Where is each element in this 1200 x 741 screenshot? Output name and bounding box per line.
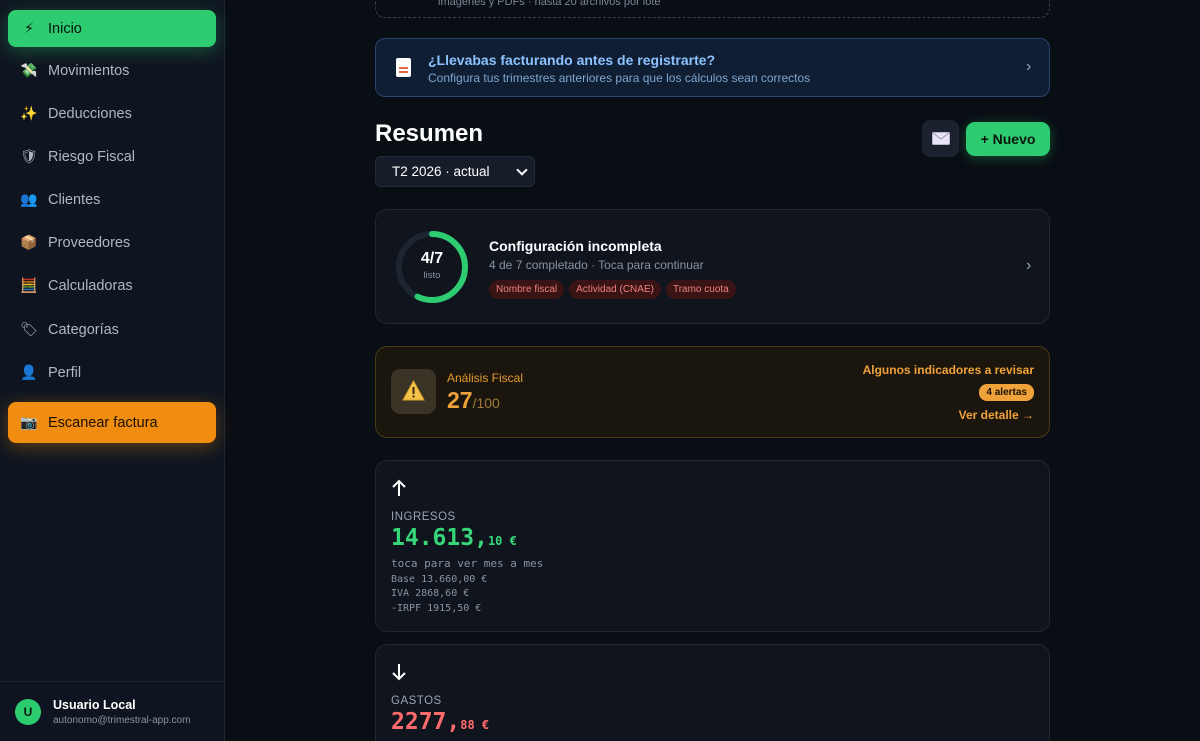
chevron-right-icon: › — [1026, 58, 1032, 75]
setup-subtitle: 4 de 7 completado · Toca para continuar — [489, 258, 704, 272]
chevron-right-icon: › — [1026, 257, 1032, 274]
sidebar-item-label: Deducciones — [48, 105, 132, 122]
tag-actividad: Actividad (CNAE) — [569, 280, 661, 299]
sidebar-item-label: Perfil — [48, 364, 82, 381]
period-select[interactable]: T2 2026 · actual — [375, 156, 535, 187]
setup-progress-card[interactable]: 4/7 listo Configuración incompleta 4 de … — [375, 209, 1050, 324]
sidebar-item-label: Movimientos — [48, 62, 130, 79]
warning-badge — [391, 369, 436, 414]
tag-nombre-fiscal: Nombre fiscal — [489, 280, 565, 299]
warning-icon — [402, 380, 425, 401]
sidebar-item-perfil[interactable]: 👤 Perfil — [8, 354, 216, 391]
avatar: U — [15, 699, 41, 725]
arrow-down-icon — [392, 664, 406, 681]
fiscal-score: 27/100 — [447, 387, 500, 414]
scan-invoice-button[interactable]: 📷 Escanear factura — [8, 402, 216, 443]
expenses-value-dec: 88 € — [460, 718, 490, 732]
sidebar-item-label: Clientes — [48, 191, 101, 208]
people-icon: 👥 — [20, 191, 38, 207]
new-button[interactable]: + Nuevo — [966, 122, 1050, 156]
progress-value: 4/7 — [420, 250, 444, 267]
lightning-icon: ⚡ — [24, 20, 34, 36]
sidebar-item-label: Proveedores — [48, 234, 131, 251]
income-value-int: 14.613, — [391, 525, 488, 551]
camera-icon: 📷 — [20, 414, 38, 430]
tag-tramo-cuota: Tramo cuota — [665, 280, 736, 299]
fiscal-score-max: /100 — [472, 395, 500, 411]
income-value-dec: 10 € — [487, 534, 517, 548]
previous-quarters-banner[interactable]: ¿Llevabas facturando antes de registrart… — [375, 38, 1050, 97]
scan-invoice-label: Escanear factura — [48, 414, 158, 431]
user-profile[interactable]: U Usuario Local autonomo@trimestral-app.… — [15, 698, 190, 726]
package-icon: 📦 — [20, 234, 38, 250]
sidebar-item-label: Categorías — [48, 321, 119, 338]
fiscal-analysis-card[interactable]: Análisis Fiscal 27/100 Algunos indicador… — [375, 346, 1050, 438]
sidebar-item-categorias[interactable]: 🏷 Categorías — [8, 311, 216, 348]
banner-subtitle: Configura tus trimestres anteriores para… — [428, 71, 811, 85]
sidebar-item-deducciones[interactable]: ✨ Deducciones — [8, 95, 216, 132]
sidebar-item-calculadoras[interactable]: 🧮 Calculadoras — [8, 267, 216, 304]
sidebar-item-riesgo-fiscal[interactable]: 🛡 Riesgo Fiscal — [8, 138, 216, 175]
fiscal-status: Algunos indicadores a revisar — [862, 363, 1034, 377]
sidebar-item-label: Calculadoras — [48, 277, 133, 294]
sidebar: ⚡ Inicio 💸 Movimientos ✨ Deducciones 🛡 R… — [0, 0, 225, 741]
sidebar-item-movimientos[interactable]: 💸 Movimientos — [8, 52, 216, 89]
sidebar-item-clientes[interactable]: 👥 Clientes — [8, 181, 216, 218]
progress-caption: listo — [423, 270, 441, 281]
user-email: autonomo@trimestral-app.com — [53, 715, 191, 726]
page-title: Resumen — [375, 120, 484, 147]
income-label: INGRESOS — [391, 511, 456, 523]
view-detail-link[interactable]: Ver detalle → — [959, 408, 1034, 422]
income-irpf: -IRPF 1915,50 € — [391, 603, 482, 614]
shield-icon: 🛡 — [20, 148, 38, 164]
document-icon — [396, 58, 411, 77]
arrow-up-icon — [392, 479, 406, 496]
upload-hint: imágenes y PDFs · hasta 20 archivos por … — [438, 0, 661, 8]
sidebar-item-proveedores[interactable]: 📦 Proveedores — [8, 224, 216, 261]
user-name: Usuario Local — [53, 698, 136, 712]
expenses-value: 2277,88 € — [391, 709, 489, 735]
chevron-down-icon — [516, 164, 528, 176]
missing-items: Nombre fiscal Actividad (CNAE) Tramo cuo… — [489, 280, 741, 299]
sidebar-item-label: Inicio — [48, 20, 82, 37]
alerts-badge: 4 alertas — [979, 384, 1034, 401]
sparkles-icon: ✨ — [20, 105, 38, 121]
fiscal-label: Análisis Fiscal — [447, 371, 524, 385]
sidebar-divider — [0, 681, 225, 682]
period-select-value: T2 2026 · actual — [392, 164, 490, 179]
expenses-card[interactable]: GASTOS 2277,88 € — [375, 644, 1050, 741]
banner-title: ¿Llevabas facturando antes de registrart… — [428, 52, 716, 68]
income-hint: toca para ver mes a mes — [391, 557, 544, 570]
sidebar-item-inicio[interactable]: ⚡ Inicio — [8, 10, 216, 47]
expenses-value-int: 2277, — [391, 709, 461, 735]
setup-title: Configuración incompleta — [489, 238, 662, 254]
money-icon: 💸 — [20, 62, 38, 78]
mail-button[interactable] — [922, 120, 959, 157]
income-iva: IVA 2868,60 € — [391, 588, 470, 599]
income-card[interactable]: INGRESOS 14.613,10 € toca para ver mes a… — [375, 460, 1050, 632]
user-icon: 👤 — [20, 364, 38, 380]
expenses-label: GASTOS — [391, 695, 442, 707]
income-value: 14.613,10 € — [391, 525, 517, 551]
envelope-icon — [931, 132, 950, 145]
sidebar-item-label: Riesgo Fiscal — [48, 148, 136, 165]
upload-dropzone[interactable]: imágenes y PDFs · hasta 20 archivos por … — [375, 0, 1050, 18]
fiscal-score-value: 27 — [447, 387, 473, 413]
tag-icon: 🏷 — [20, 321, 38, 337]
income-base: Base 13.660,00 € — [391, 574, 488, 585]
abacus-icon: 🧮 — [20, 277, 38, 293]
